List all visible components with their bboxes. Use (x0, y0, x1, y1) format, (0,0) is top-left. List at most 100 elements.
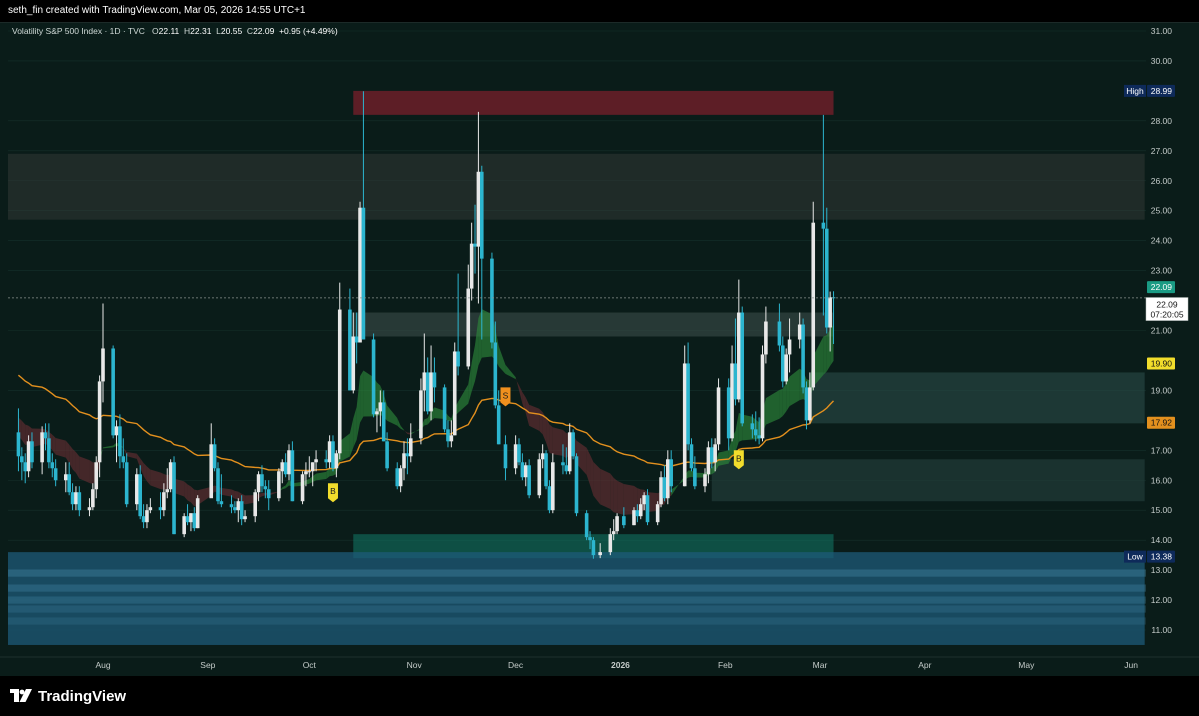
candle-body[interactable] (158, 507, 163, 511)
candle-body[interactable] (70, 492, 75, 505)
candle-body[interactable] (402, 453, 406, 469)
candle-body[interactable] (118, 426, 122, 457)
candle-body[interactable] (192, 513, 197, 529)
candle-body[interactable] (145, 510, 149, 523)
candle-body[interactable] (148, 507, 153, 511)
candle-body[interactable] (168, 462, 173, 490)
candle-body[interactable] (63, 474, 68, 481)
candle-body[interactable] (821, 222, 826, 229)
candle-body[interactable] (777, 321, 782, 346)
candle-body[interactable] (429, 372, 433, 412)
candle-body[interactable] (354, 336, 359, 343)
candle-body[interactable] (730, 363, 734, 439)
candle-body[interactable] (277, 471, 281, 499)
candle-body[interactable] (716, 387, 721, 445)
candle-body[interactable] (490, 258, 494, 343)
candle-body[interactable] (808, 387, 812, 421)
candle-body[interactable] (726, 387, 731, 439)
candle-body[interactable] (287, 450, 291, 475)
candle-body[interactable] (256, 474, 261, 493)
candle-body[interactable] (266, 489, 271, 499)
candle-body[interactable] (337, 309, 342, 454)
candle-body[interactable] (598, 552, 602, 556)
candle-body[interactable] (43, 432, 48, 439)
candle-body[interactable] (517, 444, 521, 463)
candle-body[interactable] (260, 474, 264, 487)
candle-body[interactable] (709, 447, 714, 463)
candle-body[interactable] (449, 435, 454, 442)
candle-body[interactable] (395, 468, 400, 487)
candle-body[interactable] (385, 441, 389, 469)
candle-body[interactable] (381, 402, 386, 442)
candle-body[interactable] (165, 489, 170, 493)
candle-body[interactable] (446, 429, 450, 442)
candle-body[interactable] (141, 516, 146, 523)
candle-body[interactable] (584, 513, 589, 538)
candle-body[interactable] (804, 387, 809, 421)
candle-body[interactable] (432, 372, 437, 388)
candle-body[interactable] (314, 459, 318, 463)
candle-body[interactable] (334, 453, 339, 469)
candle-body[interactable] (425, 372, 430, 412)
candle-body[interactable] (111, 348, 115, 436)
candle-body[interactable] (740, 312, 745, 424)
candle-body[interactable] (53, 468, 58, 481)
candle-body[interactable] (327, 441, 332, 463)
candle-body[interactable] (229, 504, 234, 508)
candle-body[interactable] (405, 453, 410, 457)
candle-body[interactable] (635, 510, 640, 517)
candle-body[interactable] (642, 495, 646, 505)
candle-body[interactable] (138, 474, 143, 517)
candle-body[interactable] (26, 441, 31, 472)
candle-body[interactable] (713, 444, 717, 463)
candle-body[interactable] (666, 459, 670, 499)
candle-body[interactable] (828, 297, 832, 328)
candle-body[interactable] (239, 501, 244, 520)
candle-body[interactable] (520, 462, 525, 478)
candle-body[interactable] (547, 486, 552, 511)
candle-body[interactable] (20, 456, 24, 463)
candle-body[interactable] (283, 462, 288, 475)
candle-body[interactable] (824, 228, 829, 328)
candle-body[interactable] (737, 312, 741, 400)
candle-body[interactable] (331, 441, 335, 469)
candle-body[interactable] (280, 462, 285, 472)
candle-body[interactable] (638, 504, 643, 517)
candle-body[interactable] (135, 474, 139, 505)
candle-body[interactable] (622, 516, 626, 526)
candle-body[interactable] (479, 171, 484, 259)
candle-body[interactable] (611, 531, 616, 535)
candle-body[interactable] (408, 438, 413, 457)
candle-body[interactable] (114, 426, 119, 436)
candle-body[interactable] (290, 450, 295, 502)
candle-body[interactable] (263, 486, 268, 490)
candle-body[interactable] (219, 501, 224, 505)
candle-body[interactable] (452, 351, 457, 436)
candle-body[interactable] (733, 363, 738, 400)
candle-body[interactable] (659, 477, 663, 505)
candle-body[interactable] (564, 465, 569, 472)
candle-body[interactable] (537, 459, 542, 496)
candle-body[interactable] (544, 453, 548, 487)
candle-body[interactable] (236, 501, 241, 511)
candle-body[interactable] (466, 288, 471, 367)
candle-body[interactable] (243, 516, 247, 520)
candle-body[interactable] (300, 474, 305, 502)
chart-pane[interactable]: B S B 31.00 30.00 28.00 27.00 26.00 25.00 24.00 2… (0, 22, 1199, 677)
candle-body[interactable] (47, 438, 51, 463)
candle-body[interactable] (784, 354, 788, 382)
candle-body[interactable] (689, 444, 694, 469)
candle-body[interactable] (162, 492, 166, 511)
candle-body[interactable] (632, 510, 636, 526)
candle-body[interactable] (195, 498, 200, 529)
candle-body[interactable] (94, 462, 99, 490)
candle-body[interactable] (361, 207, 366, 340)
candle-body[interactable] (513, 444, 518, 469)
candle-body[interactable] (669, 459, 673, 487)
candle-body[interactable] (233, 507, 237, 511)
candle-body[interactable] (561, 462, 565, 466)
candle-body[interactable] (686, 363, 690, 445)
candle-body[interactable] (253, 492, 257, 517)
candle-body[interactable] (682, 363, 687, 487)
candle-body[interactable] (527, 465, 531, 496)
